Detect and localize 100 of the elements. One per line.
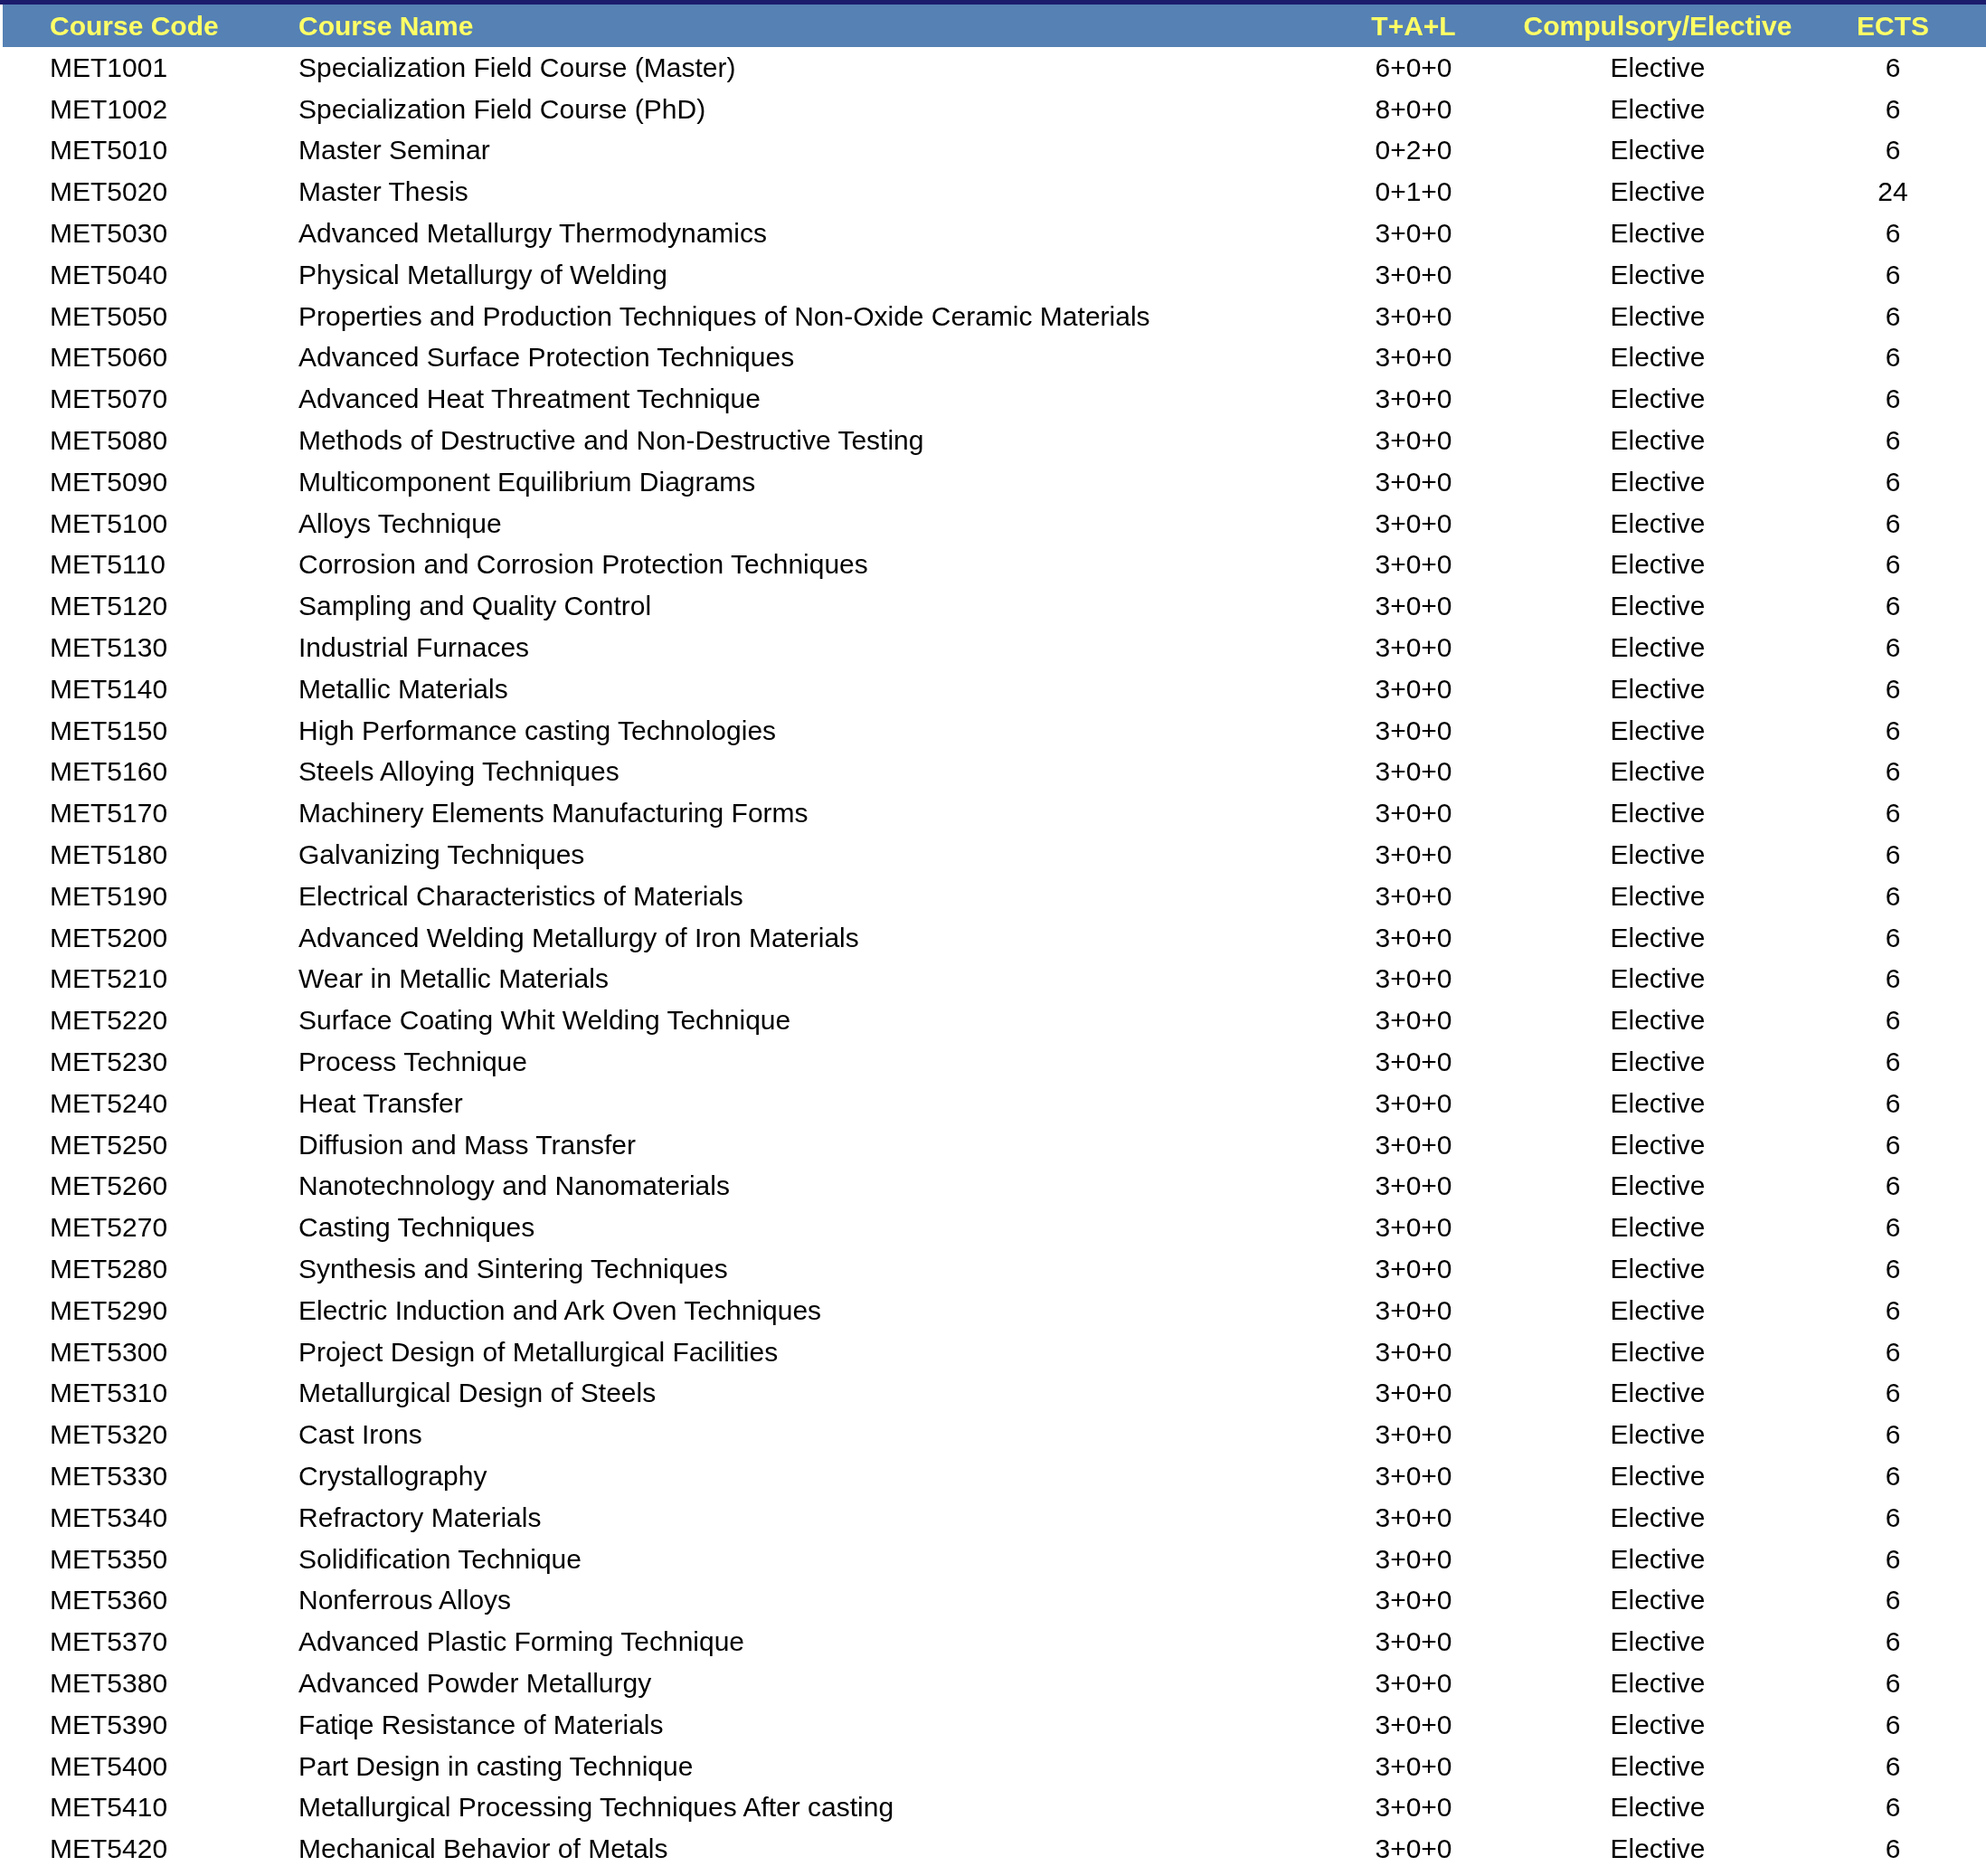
table-cell: 3+0+0 xyxy=(1375,1709,1452,1739)
table-cell: 3+0+0 xyxy=(1375,1626,1452,1657)
table-cell: 6 xyxy=(1885,1585,1901,1615)
table-cell: Refractory Materials xyxy=(298,1502,542,1532)
table-cell: 6 xyxy=(1885,135,1901,166)
column-header: ECTS xyxy=(1857,10,1929,41)
table-cell: Elective xyxy=(1610,176,1706,207)
table-cell: 6 xyxy=(1885,1502,1901,1532)
table-cell: MET5260 xyxy=(50,1170,168,1201)
table-cell: Elective xyxy=(1610,963,1706,994)
table-cell: Steels Alloying Techniques xyxy=(298,756,619,787)
table-cell: Metallic Materials xyxy=(298,673,508,704)
table-cell: Elective xyxy=(1610,1336,1706,1367)
table-cell: 6 xyxy=(1885,1461,1901,1491)
table-cell: MET5100 xyxy=(50,507,168,538)
table-cell: 6 xyxy=(1885,1709,1901,1739)
table-cell: Elective xyxy=(1610,839,1706,870)
table-cell: Elective xyxy=(1610,1833,1706,1864)
table-cell: 8+0+0 xyxy=(1375,93,1452,124)
table-cell: MET5270 xyxy=(50,1212,168,1243)
table-cell: 3+0+0 xyxy=(1375,507,1452,538)
table-cell: 6 xyxy=(1885,715,1901,745)
table-cell: 3+0+0 xyxy=(1375,632,1452,663)
table-cell: Elective xyxy=(1610,1212,1706,1243)
table-cell: Metallurgical Design of Steels xyxy=(298,1378,657,1408)
table-cell: MET5280 xyxy=(50,1254,168,1284)
table-cell: Process Technique xyxy=(298,1047,527,1076)
table-cell: 3+0+0 xyxy=(1375,922,1452,952)
table-cell: Master Seminar xyxy=(298,135,490,166)
table-cell: 6 xyxy=(1885,466,1901,497)
table-cell: Elective xyxy=(1610,1378,1706,1408)
table-cell: MET5020 xyxy=(50,176,168,207)
table-cell: Elective xyxy=(1610,591,1706,621)
table-cell: Elective xyxy=(1610,1461,1706,1491)
table-cell: Part Design in casting Technique xyxy=(298,1750,694,1781)
table-cell: 3+0+0 xyxy=(1375,218,1452,249)
table-cell: MET5170 xyxy=(50,798,168,829)
table-cell: Elective xyxy=(1610,1750,1706,1781)
table-cell: 6+0+0 xyxy=(1375,52,1452,82)
table-cell: Elective xyxy=(1610,922,1706,952)
table-cell: 6 xyxy=(1885,1047,1901,1076)
table-cell: Synthesis and Sintering Techniques xyxy=(298,1254,728,1284)
table-cell: 3+0+0 xyxy=(1375,1419,1452,1450)
table-cell: MET5090 xyxy=(50,466,168,497)
table-cell: Advanced Plastic Forming Technique xyxy=(298,1626,745,1657)
table-cell: 6 xyxy=(1885,507,1901,538)
table-cell: MET5030 xyxy=(50,218,168,249)
table-cell: 0+2+0 xyxy=(1375,135,1452,166)
table-cell: 6 xyxy=(1885,342,1901,373)
table-cell: 6 xyxy=(1885,673,1901,704)
table-cell: Elective xyxy=(1610,632,1706,663)
table-cell: MET5130 xyxy=(50,632,168,663)
table-cell: MET5250 xyxy=(50,1129,168,1160)
table-cell: Wear in Metallic Materials xyxy=(298,963,609,994)
table-cell: Elective xyxy=(1610,1543,1706,1574)
table-cell: MET5240 xyxy=(50,1087,168,1118)
table-cell: MET5310 xyxy=(50,1378,168,1408)
table-cell: 6 xyxy=(1885,1005,1901,1036)
table-cell: MET5290 xyxy=(50,1294,168,1325)
table-cell: 6 xyxy=(1885,1254,1901,1284)
table-cell: Elective xyxy=(1610,342,1706,373)
table-cell: MET5330 xyxy=(50,1461,168,1491)
table-cell: 3+0+0 xyxy=(1375,1254,1452,1284)
table-cell: Physical Metallurgy of Welding xyxy=(298,259,667,289)
table-cell: 6 xyxy=(1885,52,1901,82)
column-header: Course Code xyxy=(50,10,219,41)
table-cell: MET5350 xyxy=(50,1543,168,1574)
table-cell: MET5230 xyxy=(50,1047,168,1076)
table-cell: Elective xyxy=(1610,507,1706,538)
table-cell: Fatiqe Resistance of Materials xyxy=(298,1709,664,1739)
table-cell: 3+0+0 xyxy=(1375,1378,1452,1408)
table-cell: 3+0+0 xyxy=(1375,466,1452,497)
table-cell: MET5210 xyxy=(50,963,168,994)
table-cell: 3+0+0 xyxy=(1375,715,1452,745)
table-cell: Elective xyxy=(1610,1502,1706,1532)
table-cell: 3+0+0 xyxy=(1375,425,1452,456)
table-cell: 6 xyxy=(1885,963,1901,994)
table-cell: 3+0+0 xyxy=(1375,1833,1452,1864)
table-cell: 0+1+0 xyxy=(1375,176,1452,207)
table-cell: Elective xyxy=(1610,798,1706,829)
table-cell: 3+0+0 xyxy=(1375,1005,1452,1036)
table-cell: Project Design of Metallurgical Facilities xyxy=(298,1336,779,1367)
table-cell: Elective xyxy=(1610,425,1706,456)
table-cell: Mechanical Behavior of Metals xyxy=(298,1833,668,1864)
table-cell: 3+0+0 xyxy=(1375,1461,1452,1491)
table-cell: 3+0+0 xyxy=(1375,1792,1452,1823)
table-cell: Elective xyxy=(1610,549,1706,580)
table-cell: MET5080 xyxy=(50,425,168,456)
table-cell: MET5140 xyxy=(50,673,168,704)
table-cell: 24 xyxy=(1877,176,1908,207)
table-cell: Corrosion and Corrosion Protection Techniques xyxy=(298,549,868,580)
table-cell: MET5410 xyxy=(50,1792,168,1823)
table-cell: Alloys Technique xyxy=(298,507,502,538)
column-header: T+A+L xyxy=(1371,10,1456,41)
table-cell: 3+0+0 xyxy=(1375,1129,1452,1160)
table-cell: 6 xyxy=(1885,259,1901,289)
table-cell: 3+0+0 xyxy=(1375,259,1452,289)
table-cell: 3+0+0 xyxy=(1375,798,1452,829)
table-cell: 6 xyxy=(1885,1626,1901,1657)
table-cell: 6 xyxy=(1885,1792,1901,1823)
